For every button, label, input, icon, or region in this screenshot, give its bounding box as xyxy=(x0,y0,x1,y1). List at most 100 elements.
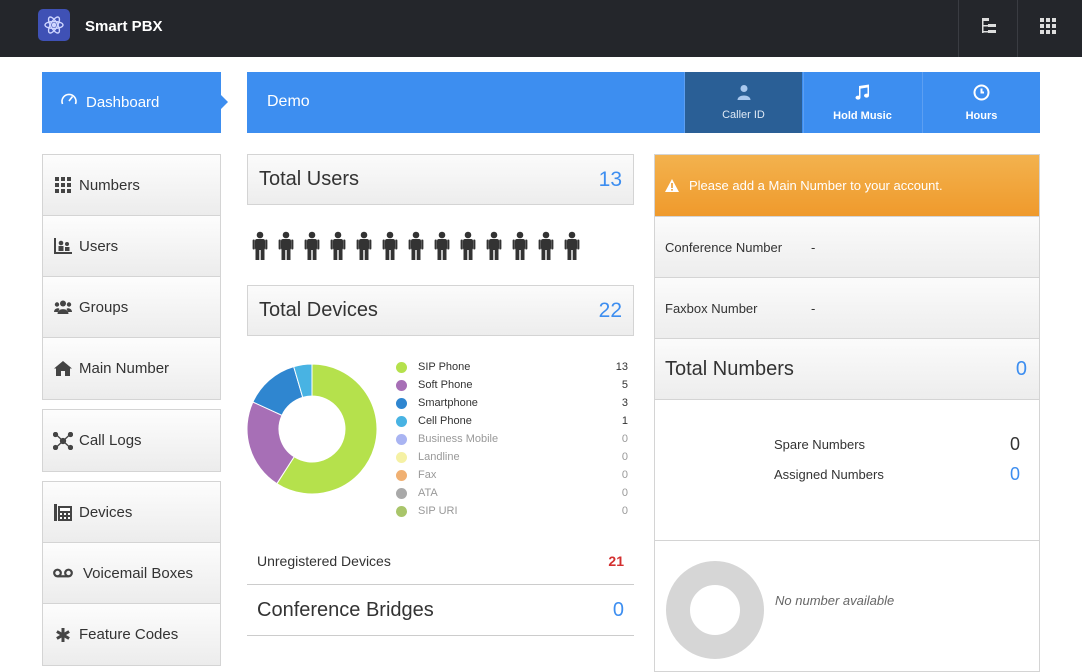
faxbox-number-row[interactable]: Faxbox Number - xyxy=(655,277,1039,338)
legend-label: Cell Phone xyxy=(418,415,472,427)
total-numbers-count: 0 xyxy=(1015,357,1027,380)
tab-hold-music-label: Hold Music xyxy=(833,109,892,122)
sidebar-item-label: Call Logs xyxy=(79,432,142,449)
conference-number-row[interactable]: Conference Number - xyxy=(655,216,1039,277)
legend-item: Business Mobile 0 xyxy=(396,430,628,448)
total-devices-count: 22 xyxy=(598,298,622,322)
person-icon xyxy=(356,231,372,260)
sidebar-item-users[interactable]: Users xyxy=(43,216,220,277)
legend-label: ATA xyxy=(418,487,438,499)
legend-item: Landline 0 xyxy=(396,448,628,466)
sidebar-item-label: Feature Codes xyxy=(79,626,179,643)
tab-hours[interactable]: Hours xyxy=(922,72,1040,133)
conference-number-label: Conference Number xyxy=(665,239,783,255)
total-devices-card[interactable]: Total Devices 22 xyxy=(247,285,634,336)
voicemail-icon xyxy=(53,568,73,578)
legend-item: SIP URI 0 xyxy=(396,502,628,520)
legend-item: ATA 0 xyxy=(396,484,628,502)
legend-label: SIP Phone xyxy=(418,361,471,373)
apps-button[interactable] xyxy=(1017,0,1077,57)
no-number-text: No number available xyxy=(775,593,895,608)
person-icon xyxy=(278,231,294,260)
tab-caller-id[interactable]: Caller ID xyxy=(684,72,802,133)
sidebar-item-label: Numbers xyxy=(79,176,140,194)
tab-hold-music[interactable]: Hold Music xyxy=(803,72,921,133)
person-icon xyxy=(382,231,398,260)
total-users-card[interactable]: Total Users 13 xyxy=(247,154,634,205)
total-users-count: 13 xyxy=(598,167,622,191)
sidebar-item-label: Groups xyxy=(79,298,129,316)
person-icon xyxy=(434,231,450,260)
total-devices-label: Total Devices xyxy=(259,299,378,321)
spare-numbers-row: Spare Numbers 0 xyxy=(774,434,1020,455)
person-icon xyxy=(512,231,528,260)
groups-icon xyxy=(53,300,73,314)
unregistered-label: Unregistered Devices xyxy=(257,553,391,569)
sidebar-item-feature-codes[interactable]: Feature Codes xyxy=(43,604,220,665)
legend-value: 3 xyxy=(621,397,628,409)
dashboard-active-arrow xyxy=(221,95,228,109)
legend-item: Smartphone 3 xyxy=(396,394,628,412)
conference-number-value: - xyxy=(811,239,816,255)
account-tree-button[interactable] xyxy=(958,0,1018,57)
person-icon xyxy=(538,231,554,260)
faxbox-number-value: - xyxy=(811,300,816,316)
legend-label: Soft Phone xyxy=(418,379,473,391)
legend-label: Fax xyxy=(418,469,437,481)
total-users-label: Total Users xyxy=(259,168,360,190)
assigned-numbers-label: Assigned Numbers xyxy=(774,467,884,482)
menu-group-numbers: Numbers Users Groups Main Number xyxy=(42,154,221,400)
legend-swatch xyxy=(396,379,407,391)
legend-value: 0 xyxy=(621,469,628,481)
numbers-panel: Please add a Main Number to your account… xyxy=(654,154,1040,672)
legend-value: 5 xyxy=(621,379,628,391)
sidebar-item-devices[interactable]: Devices xyxy=(43,482,220,543)
atom-logo-icon[interactable] xyxy=(38,9,70,41)
account-name: Demo xyxy=(267,93,310,110)
sidebar-item-label: Users xyxy=(79,237,119,255)
conference-bridges-count: 0 xyxy=(612,599,624,621)
person-icon xyxy=(486,231,502,260)
legend-swatch xyxy=(396,505,407,517)
legend-swatch xyxy=(396,451,407,463)
sidebar-item-numbers[interactable]: Numbers xyxy=(43,155,220,216)
grid-icon xyxy=(53,177,73,193)
conference-bridges-row[interactable]: Conference Bridges 0 xyxy=(247,586,634,636)
dashboard-gauge-icon xyxy=(60,91,78,114)
asterisk-icon xyxy=(53,627,73,642)
sidebar-item-main-number[interactable]: Main Number xyxy=(43,338,220,399)
home-icon xyxy=(53,361,73,376)
main-number-alert[interactable]: Please add a Main Number to your account… xyxy=(655,155,1039,216)
spare-numbers-count: 0 xyxy=(1009,434,1020,454)
menu-group-call-logs: Call Logs xyxy=(42,409,221,472)
unregistered-devices-row[interactable]: Unregistered Devices 21 xyxy=(247,538,634,585)
legend-swatch xyxy=(396,415,407,427)
assigned-numbers-row: Assigned Numbers 0 xyxy=(774,464,1020,485)
apps-grid-icon xyxy=(1039,17,1057,40)
sidebar-item-label: Main Number xyxy=(79,360,170,377)
legend-value: 0 xyxy=(621,505,628,517)
tab-hours-label: Hours xyxy=(965,109,998,122)
legend-label: SIP URI xyxy=(418,505,458,517)
legend-value: 0 xyxy=(621,433,628,445)
user-icon xyxy=(736,84,752,103)
fax-icon xyxy=(53,503,73,521)
dashboard-nav-button[interactable]: Dashboard xyxy=(42,72,221,133)
assigned-numbers-count: 0 xyxy=(1009,464,1020,484)
account-banner: Demo Caller ID Hold Music Hours xyxy=(247,72,1040,133)
sidebar-item-label: Devices xyxy=(79,503,133,521)
sidebar-item-call-logs[interactable]: Call Logs xyxy=(43,410,220,471)
sidebar-item-groups[interactable]: Groups xyxy=(43,277,220,338)
dashboard-label: Dashboard xyxy=(86,94,160,111)
person-icon xyxy=(408,231,424,260)
music-note-icon xyxy=(854,84,871,104)
total-numbers-row[interactable]: Total Numbers 0 xyxy=(655,338,1039,400)
legend-item: Cell Phone 1 xyxy=(396,412,628,430)
legend-item: Fax 0 xyxy=(396,466,628,484)
sidebar-item-voicemail-boxes[interactable]: Voicemail Boxes xyxy=(43,543,220,604)
tab-caller-id-label: Caller ID xyxy=(722,109,765,121)
person-icon xyxy=(304,231,320,260)
legend-value: 0 xyxy=(621,487,628,499)
numbers-empty-donut xyxy=(666,561,764,659)
app-title: Smart PBX xyxy=(85,18,163,35)
